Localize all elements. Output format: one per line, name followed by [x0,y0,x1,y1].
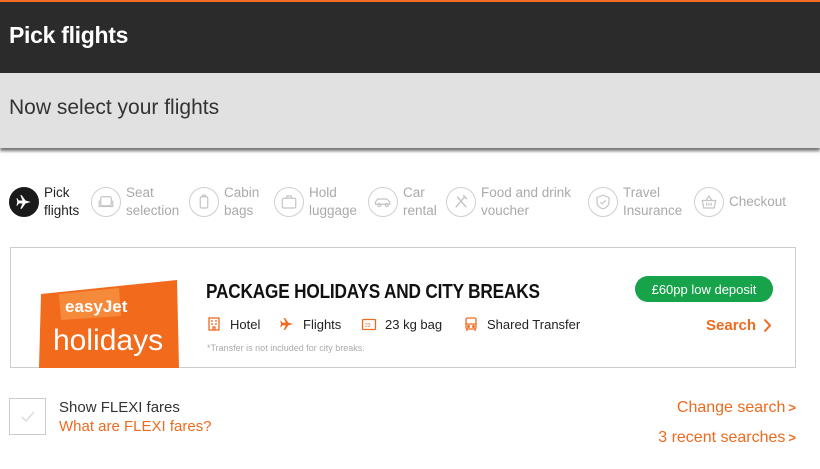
cabin-bag-icon [189,187,219,217]
chevron-right-icon: > [788,400,796,415]
feature-hotel: Hotel [206,316,260,332]
step-car-rental[interactable]: Car rental [368,180,437,224]
step-food-drink[interactable]: Food and drink voucher [446,180,571,224]
plane-icon [280,318,293,330]
step-label: Pick flights [44,185,80,218]
svg-text:23: 23 [365,323,371,329]
step-travel-insurance[interactable]: Travel Insurance [588,180,682,224]
basket-icon [694,187,724,217]
subheader: Now select your flights [0,73,820,148]
chevron-right-icon [763,318,772,333]
feature-bag: 23 23 kg bag [361,316,442,332]
holidays-promo-banner[interactable]: easyJet holidays PACKAGE HOLIDAYS AND CI… [10,247,796,368]
plane-icon [9,187,39,217]
step-label: Checkout [729,194,787,209]
feature-flights: Flights [279,316,341,332]
bag-icon: 23 [361,318,377,331]
page-title: Pick flights [9,22,129,48]
step-label: Hold luggage [309,185,358,218]
step-label: Cabin bags [224,185,260,218]
step-label: Food and drink voucher [481,185,572,218]
step-seat-selection[interactable]: Seat selection [91,180,179,224]
recent-searches-link[interactable]: 3 recent searches > [658,429,796,447]
easyjet-holidays-logo: easyJet holidays [39,280,179,368]
deposit-badge: £60pp low deposit [635,276,773,302]
flexi-info-link[interactable]: What are FLEXI fares? [59,418,212,435]
promo-title: PACKAGE HOLIDAYS AND CITY BREAKS [206,281,540,303]
step-checkout[interactable]: Checkout [694,180,786,224]
flexi-label: Show FLEXI fares [59,399,180,416]
change-search-link[interactable]: Change search > [677,399,796,417]
bus-icon [465,317,477,331]
step-label: Travel Insurance [623,185,683,218]
subheader-title: Now select your flights [9,96,220,119]
step-cabin-bags[interactable]: Cabin bags [189,180,259,224]
step-label: Seat selection [126,185,180,218]
step-label: Car rental [403,185,437,218]
feature-transfer: Shared Transfer [463,316,580,332]
shield-icon [588,187,618,217]
step-pick-flights[interactable]: Pick flights [9,180,79,224]
car-icon [368,187,398,217]
hotel-icon [208,317,220,331]
booking-steps: Pick flights Seat selection Cabin bags H… [0,180,820,224]
flexi-checkbox[interactable] [9,398,46,435]
promo-footnote: *Transfer is not included for city break… [207,343,365,353]
cutlery-icon [446,187,476,217]
check-icon [20,410,35,422]
chevron-right-icon: > [788,430,796,445]
page-header: Pick flights [0,2,820,73]
seat-icon [91,187,121,217]
luggage-icon [274,187,304,217]
step-hold-luggage[interactable]: Hold luggage [274,180,357,224]
svg-text:holidays: holidays [53,324,163,357]
svg-text:easyJet: easyJet [65,297,128,316]
promo-search-button[interactable]: Search [706,317,772,334]
